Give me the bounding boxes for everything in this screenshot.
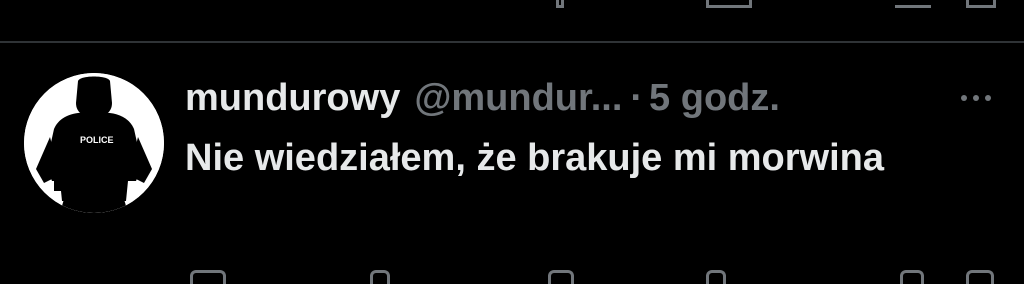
avatar[interactable]: POLICE [24, 73, 164, 213]
previous-tweet-views-icon[interactable] [556, 0, 564, 8]
ellipsis-icon [961, 95, 967, 101]
user-handle[interactable]: @mundur... [414, 74, 622, 122]
previous-tweet-share-icon[interactable] [895, 0, 931, 8]
previous-tweet-action-bar [0, 0, 1024, 20]
previous-tweet-bookmark-icon[interactable] [706, 0, 752, 8]
share-icon[interactable] [966, 270, 994, 284]
more-options-button[interactable] [950, 80, 1002, 116]
tweet-header: mundurowy @mundur... · 5 godz. [185, 74, 780, 122]
retweet-icon[interactable] [370, 270, 390, 284]
previous-tweet-upload-icon[interactable] [966, 0, 996, 8]
display-name[interactable]: mundurowy [185, 74, 400, 122]
separator-dot: · [630, 77, 644, 119]
like-icon[interactable] [548, 270, 574, 284]
tweet-timestamp[interactable]: 5 godz. [649, 74, 780, 122]
bookmark-icon[interactable] [900, 270, 924, 284]
views-icon[interactable] [706, 270, 726, 284]
reply-icon[interactable] [190, 270, 226, 284]
tweet-text: Nie wiedziałem, że brakuje mi morwina [185, 137, 885, 179]
police-officer-silhouette-icon: POLICE [24, 73, 164, 213]
tweet-action-bar [0, 264, 1024, 284]
avatar-badge-text: POLICE [80, 135, 114, 145]
tweet-divider [0, 41, 1024, 43]
